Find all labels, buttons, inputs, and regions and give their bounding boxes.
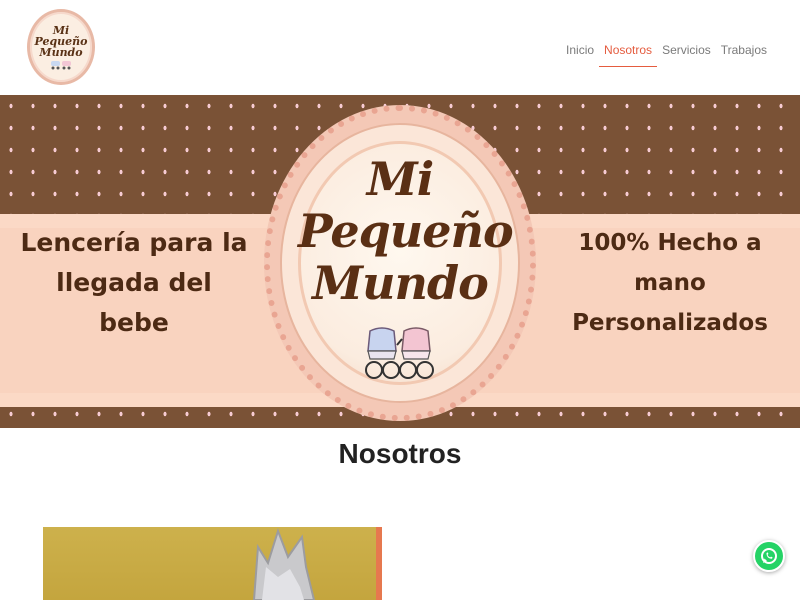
- crown-figure: [252, 527, 316, 600]
- baby-carriages-icon: [365, 327, 434, 379]
- banner-left-text: Lencería para la llegada del bebe: [18, 223, 250, 343]
- about-photo: [43, 527, 376, 600]
- nav-item-servicios[interactable]: Servicios: [657, 41, 716, 67]
- banner-medallion: Mi Pequeño Mundo: [264, 105, 536, 421]
- pram-icon: [51, 60, 71, 69]
- whatsapp-button[interactable]: [753, 540, 785, 572]
- site-logo[interactable]: Mi Pequeño Mundo: [27, 9, 95, 85]
- banner-title: Mi Pequeño Mundo: [298, 152, 514, 310]
- nav-item-nosotros[interactable]: Nosotros: [599, 41, 658, 67]
- banner-right-line-1: 100% Hecho a mano: [578, 230, 762, 296]
- banner-left-line-2: llegada del bebe: [56, 268, 212, 337]
- hero-banner: Lencería para la llegada del bebe 100% H…: [0, 95, 800, 428]
- banner-right-line-2: Personalizados: [572, 310, 768, 336]
- banner-right-text: 100% Hecho a mano Personalizados: [540, 223, 800, 343]
- nav-item-trabajos[interactable]: Trabajos: [716, 41, 772, 67]
- logo-text: Mi Pequeño Mundo: [34, 23, 88, 59]
- whatsapp-icon: [761, 548, 777, 564]
- nav-item-inicio[interactable]: Inicio: [561, 41, 599, 67]
- banner-left-line-1: Lencería para la: [20, 228, 248, 257]
- site-header: Mi Pequeño Mundo Inicio Nosotros Servici…: [0, 0, 800, 95]
- main-nav: Inicio Nosotros Servicios Trabajos: [561, 41, 772, 67]
- section-title: Nosotros: [338, 438, 462, 469]
